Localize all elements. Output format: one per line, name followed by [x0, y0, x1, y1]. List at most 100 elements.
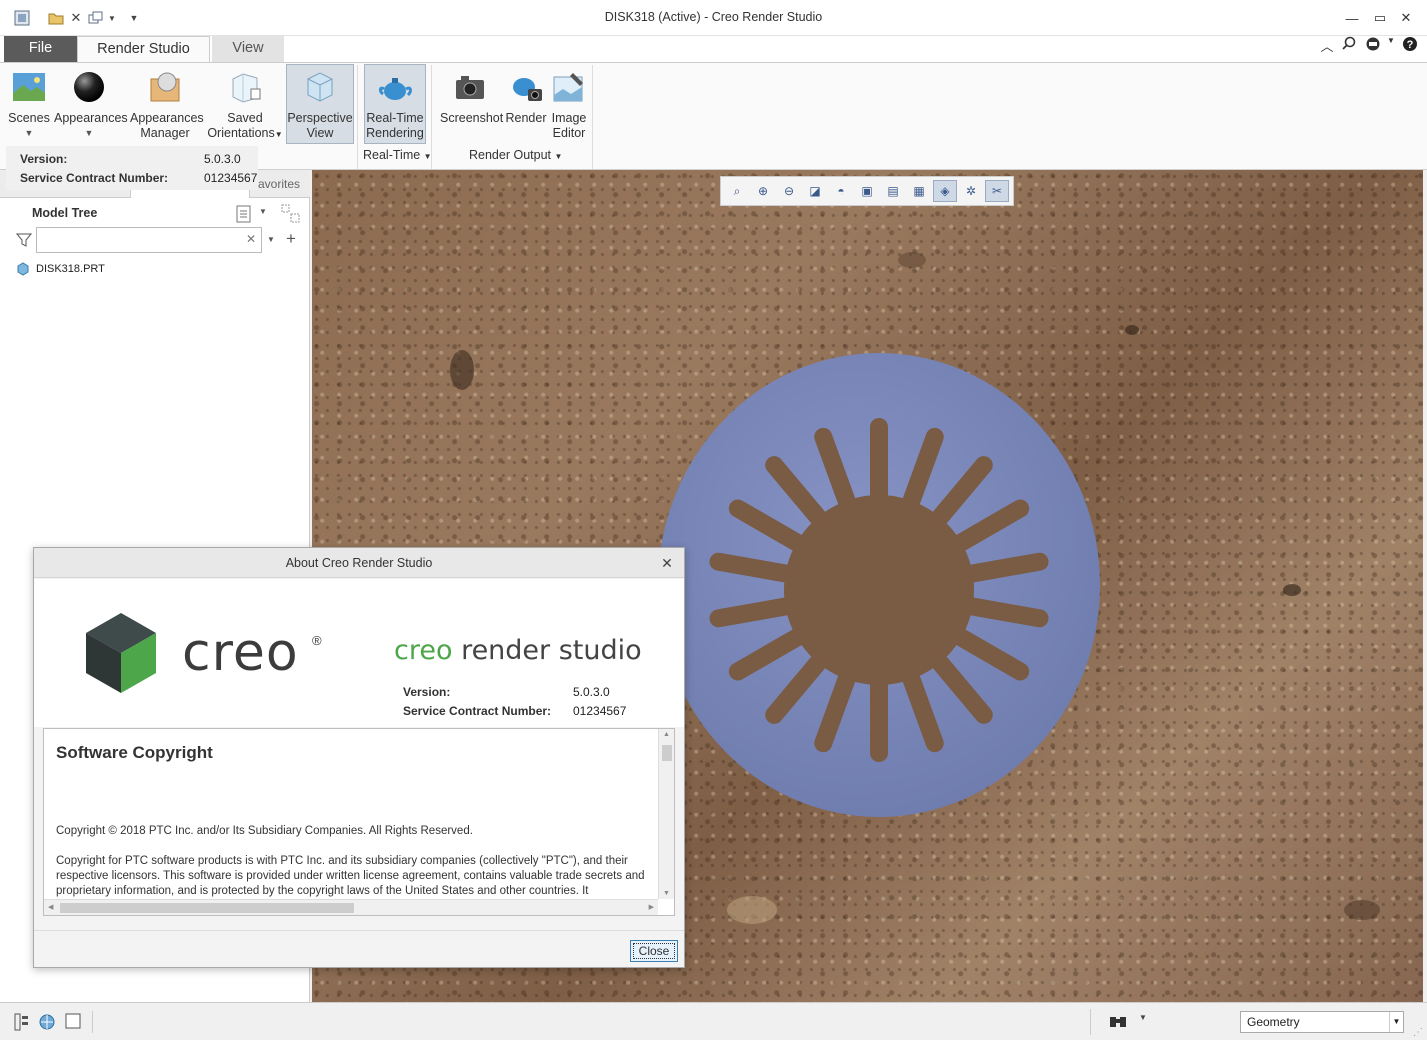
tree-filter-icon[interactable] — [281, 204, 301, 227]
chevron-down-icon[interactable]: ▼ — [267, 235, 275, 244]
perspective-icon[interactable]: ◈ — [933, 180, 957, 202]
disk-model — [658, 353, 1100, 817]
scroll-right-icon[interactable]: ▶ — [649, 903, 654, 911]
real-time-rendering-button[interactable]: Real-Time Rendering — [364, 64, 426, 144]
scroll-thumb[interactable] — [662, 745, 672, 761]
chevron-down-icon: ▼ — [1389, 1012, 1403, 1032]
close-dialog-button[interactable]: Close — [630, 940, 678, 962]
version-value: 5.0.3.0 — [204, 152, 241, 166]
appearances-button[interactable]: Appearances ▼ — [54, 65, 128, 141]
minimize-button[interactable]: — — [1340, 8, 1364, 28]
perspective-view-button[interactable]: Perspective View — [286, 64, 354, 144]
ptc-community-icon[interactable] — [1364, 36, 1382, 55]
copyright-text-area[interactable]: Software Copyright Copyright © 2018 PTC … — [43, 728, 675, 916]
svg-text:?: ? — [1407, 39, 1414, 51]
divider — [34, 930, 684, 931]
saved-orientations-button[interactable]: Saved Orientations▼ — [206, 65, 284, 142]
add-icon[interactable]: + — [286, 229, 296, 249]
help-icon[interactable]: ? — [1401, 36, 1419, 55]
vertical-scrollbar[interactable]: ▲ ▼ — [658, 729, 674, 899]
about-header: creo ® creo render studio Version: 5.0.3… — [34, 579, 684, 727]
copyright-line: Copyright © 2018 PTC Inc. and/or Its Sub… — [56, 825, 473, 837]
saved-views-icon[interactable]: ▣ — [855, 180, 879, 202]
real-time-rendering-label-1: Real-Time — [366, 111, 424, 125]
scenes-button[interactable]: Scenes ▼ — [8, 65, 50, 141]
tree-item-label: DISK318.PRT — [36, 263, 105, 275]
scenes-icon — [13, 73, 45, 101]
appearances-manager-label-2: Manager — [140, 126, 190, 140]
divider — [92, 1011, 93, 1033]
close-button[interactable]: ✕ — [1394, 8, 1418, 28]
scenes-label: Scenes — [8, 111, 50, 125]
zoom-out-icon[interactable]: ⊖ — [777, 180, 801, 202]
chevron-down-icon: ▼ — [423, 152, 432, 161]
product-name: creo render studio — [394, 635, 642, 666]
appearances-manager-label-1: Appearances — [130, 111, 204, 125]
selection-filter-value: Geometry — [1247, 1015, 1300, 1029]
about-contract-value: 01234567 — [573, 704, 627, 718]
scroll-left-icon[interactable]: ◀ — [48, 903, 53, 911]
selection-filter-dropdown[interactable]: Geometry ▼ — [1240, 1011, 1404, 1033]
group-real-time[interactable]: Real-Time ▼ — [363, 148, 432, 162]
scroll-up-icon[interactable]: ▲ — [663, 731, 670, 738]
title-bar: ✕ ▼ ▼ DISK318 (Active) - Creo Render Stu… — [0, 0, 1427, 36]
clear-search-icon[interactable]: ✕ — [246, 232, 256, 246]
render-button[interactable]: Render — [504, 65, 548, 126]
collapse-ribbon-icon[interactable]: ︿ — [1318, 36, 1336, 55]
view-manager-icon[interactable]: ▤ — [881, 180, 905, 202]
zoom-in-icon[interactable]: ⊕ — [751, 180, 775, 202]
browser-icon[interactable] — [37, 1013, 57, 1031]
part-icon — [17, 262, 29, 276]
refit-icon[interactable]: ⌕ — [725, 180, 749, 202]
product-title: render studio — [452, 635, 642, 666]
tab-view[interactable]: View — [212, 36, 284, 62]
find-binoculars-icon[interactable] — [1108, 1013, 1128, 1031]
render-label: Render — [505, 111, 547, 125]
scroll-down-icon[interactable]: ▼ — [663, 890, 670, 897]
tree-settings-icon[interactable] — [236, 205, 252, 226]
chevron-down-icon: ▼ — [554, 152, 563, 161]
contract-label: Service Contract Number: — [20, 171, 169, 185]
perspective-view-label-2: View — [306, 126, 334, 140]
divider — [1090, 1009, 1091, 1035]
tree-item[interactable]: DISK318.PRT — [16, 262, 105, 276]
navigator-toggle-icon[interactable] — [12, 1013, 32, 1031]
tab-favorites[interactable]: avorites — [258, 177, 300, 191]
screenshot-button[interactable]: Screenshot — [440, 65, 503, 126]
registered-mark: ® — [312, 633, 322, 648]
model-tree-search-input[interactable] — [36, 227, 262, 253]
display-style-icon[interactable]: ◓ — [829, 180, 853, 202]
about-version-label: Version: — [403, 685, 451, 699]
appearances-manager-button[interactable]: Appearances Manager — [130, 65, 204, 141]
disk-slot — [870, 676, 888, 762]
maximize-button[interactable]: ▭ — [1368, 8, 1392, 28]
filter-icon[interactable] — [15, 232, 33, 251]
annotation-display-icon[interactable]: ✂ — [985, 180, 1009, 202]
chevron-down-icon[interactable]: ▼ — [1382, 36, 1400, 45]
version-tooltip: Version: 5.0.3.0 Service Contract Number:… — [6, 146, 258, 190]
chevron-down-icon: ▼ — [84, 128, 94, 138]
contract-value: 01234567 — [204, 171, 258, 185]
repaint-icon[interactable]: ◪ — [803, 180, 827, 202]
horizontal-scrollbar[interactable]: ◀ ▶ — [44, 899, 658, 915]
window-title: DISK318 (Active) - Creo Render Studio — [604, 10, 823, 24]
resize-grip-icon[interactable]: ⋰ — [1413, 1027, 1423, 1038]
datum-display-icon[interactable]: ✲ — [959, 180, 983, 202]
teapot-icon — [379, 78, 412, 100]
search-icon[interactable] — [1340, 36, 1358, 53]
chevron-down-icon[interactable]: ▼ — [1133, 1013, 1153, 1031]
copyright-body: Copyright for PTC software products is w… — [56, 855, 645, 897]
full-screen-icon[interactable] — [63, 1013, 83, 1031]
dialog-close-icon[interactable]: ✕ — [658, 554, 676, 572]
chevron-down-icon[interactable]: ▼ — [259, 207, 267, 216]
tab-file[interactable]: File — [4, 36, 77, 62]
model-tree-header: Model Tree ▼ — [0, 200, 310, 228]
image-editor-button[interactable]: Image Editor — [550, 65, 588, 141]
scroll-thumb[interactable] — [60, 903, 354, 913]
tab-render-studio[interactable]: Render Studio — [77, 36, 210, 62]
saved-orientations-icon — [232, 73, 261, 103]
group-real-time-label: Real-Time — [363, 148, 421, 162]
screenshot-icon[interactable]: ▦ — [907, 180, 931, 202]
group-render-output[interactable]: Render Output ▼ — [469, 148, 562, 162]
disk-slot — [870, 418, 888, 504]
